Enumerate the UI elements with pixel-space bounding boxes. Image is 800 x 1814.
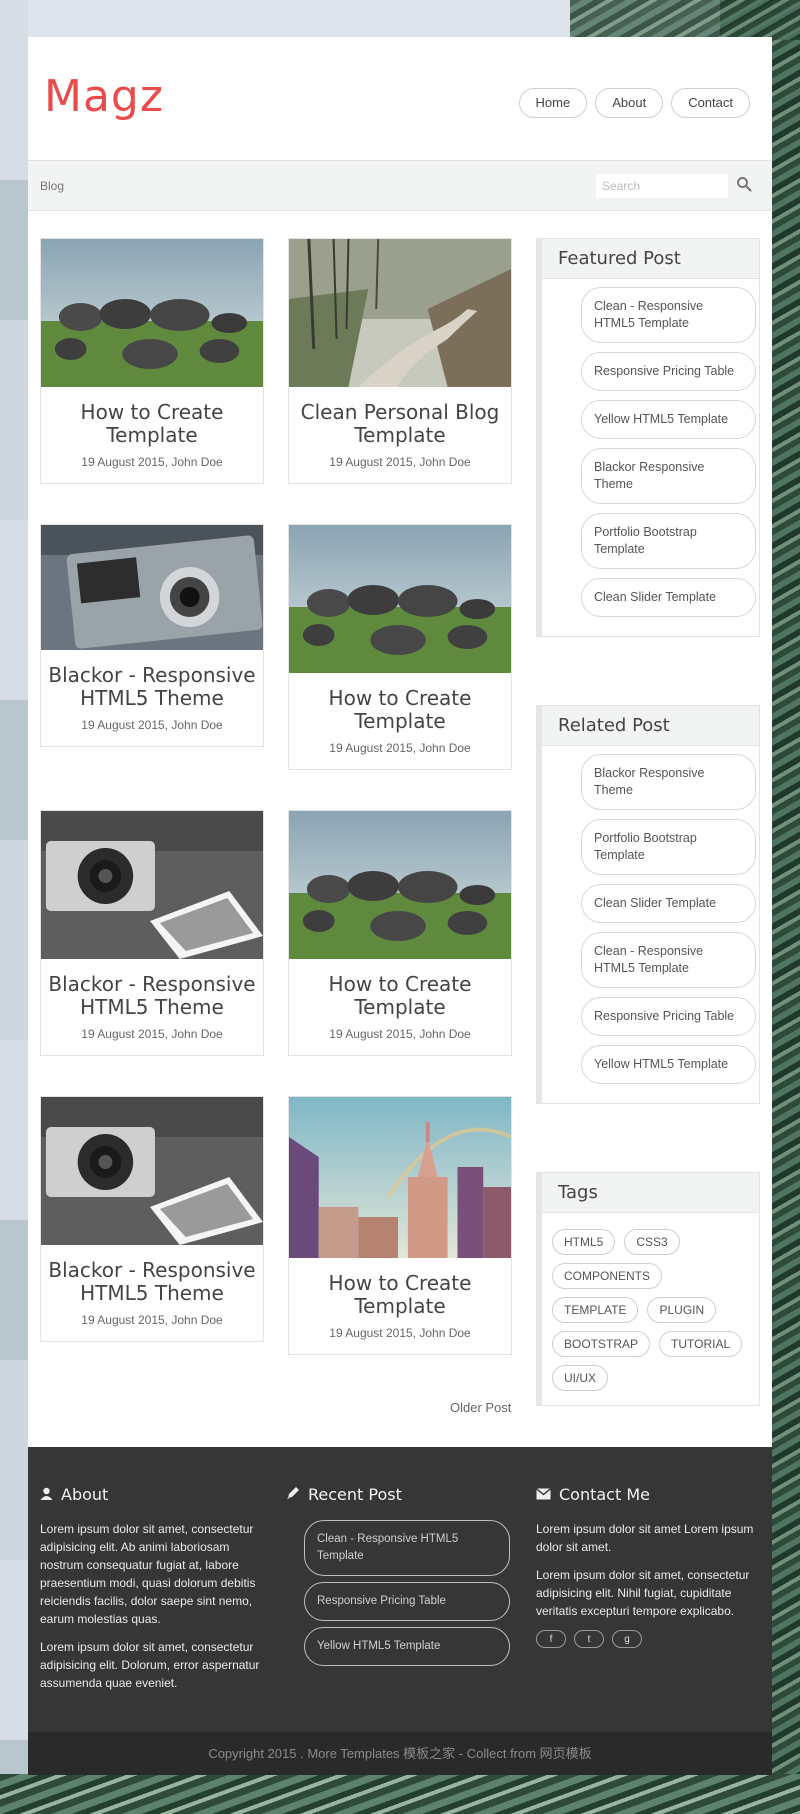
post-meta: 19 August 2015, John Doe <box>81 455 223 469</box>
search-icon[interactable] <box>736 176 754 194</box>
site-header: Magz Home About Contact <box>28 37 772 161</box>
post-card[interactable]: How to Create Template 19 August 2015, J… <box>288 524 512 770</box>
tag[interactable]: COMPONENTS <box>552 1263 663 1289</box>
post-title[interactable]: How to Create Template <box>289 959 511 1019</box>
related-post-item[interactable]: Yellow HTML5 Template <box>581 1045 756 1084</box>
main-nav: Home About Contact <box>518 88 750 118</box>
post-image-camera-photo[interactable] <box>41 1097 263 1245</box>
featured-post-item[interactable]: Clean Slider Template <box>581 578 756 617</box>
post-image-rocks[interactable] <box>289 811 511 959</box>
nav-home[interactable]: Home <box>518 88 588 118</box>
site-footer: About Lorem ipsum dolor sit amet, consec… <box>28 1447 772 1732</box>
post-card[interactable]: How to Create Template 19 August 2015, J… <box>40 238 264 484</box>
post-meta: 19 August 2015, John Doe <box>329 1027 471 1041</box>
background-forest-top <box>570 0 800 40</box>
tag[interactable]: PLUGIN <box>647 1297 717 1323</box>
nav-contact[interactable]: Contact <box>671 88 750 118</box>
post-card[interactable]: Blackor - Responsive HTML5 Theme 19 Augu… <box>40 1096 264 1342</box>
pencil-icon <box>286 1485 300 1504</box>
tag[interactable]: CSS3 <box>624 1229 680 1255</box>
copyright: Copyright 2015 . More Templates 模板之家 - C… <box>28 1732 772 1775</box>
footer-text: Lorem ipsum dolor sit amet, consectetur … <box>536 1568 750 1618</box>
footer-about: About Lorem ipsum dolor sit amet, consec… <box>40 1485 264 1702</box>
post-image-rocks[interactable] <box>289 525 511 673</box>
post-title[interactable]: Blackor - Responsive HTML5 Theme <box>41 1245 263 1305</box>
post-title[interactable]: Blackor - Responsive HTML5 Theme <box>41 959 263 1019</box>
google-plus-icon[interactable]: g <box>612 1630 642 1648</box>
featured-post-widget: Featured Post Clean - Responsive HTML5 T… <box>536 238 760 637</box>
post-meta: 19 August 2015, John Doe <box>329 741 471 755</box>
post-meta: 19 August 2015, John Doe <box>81 1313 223 1327</box>
featured-post-item[interactable]: Clean - Responsive HTML5 Template <box>581 287 756 343</box>
post-meta: 19 August 2015, John Doe <box>329 455 471 469</box>
post-image-city[interactable] <box>289 1097 511 1258</box>
background-forest-bottom <box>0 1774 800 1814</box>
post-image-polaroid-camera[interactable] <box>41 525 263 650</box>
post-card[interactable]: How to Create Template 19 August 2015, J… <box>288 810 512 1056</box>
footer-text: Lorem ipsum dolor sit amet, consectetur … <box>40 1640 260 1690</box>
recent-post-item[interactable]: Clean - Responsive HTML5 Template <box>304 1520 510 1576</box>
post-title[interactable]: How to Create Template <box>289 673 511 733</box>
post-card[interactable]: How to Create Template 19 August 2015, J… <box>288 1096 512 1355</box>
related-post-item[interactable]: Clean Slider Template <box>581 884 756 923</box>
facebook-icon[interactable]: f <box>536 1630 566 1648</box>
footer-text: Lorem ipsum dolor sit amet, consectetur … <box>40 1522 256 1626</box>
older-post-link[interactable]: Older Post <box>450 1400 511 1415</box>
breadcrumb[interactable]: Blog <box>40 179 64 193</box>
widget-title: Tags <box>542 1173 759 1213</box>
post-card[interactable]: Clean Personal Blog Template 19 August 2… <box>288 238 512 484</box>
post-image-forest-road[interactable] <box>289 239 511 387</box>
search-input[interactable] <box>596 174 728 198</box>
tag[interactable]: HTML5 <box>552 1229 616 1255</box>
tag[interactable]: BOOTSTRAP <box>552 1331 651 1357</box>
site-logo[interactable]: Magz <box>44 71 164 122</box>
post-meta: 19 August 2015, John Doe <box>81 718 223 732</box>
tag[interactable]: TEMPLATE <box>552 1297 639 1323</box>
tag[interactable]: UI/UX <box>552 1365 609 1391</box>
related-post-item[interactable]: Portfolio Bootstrap Template <box>581 819 756 875</box>
related-post-widget: Related Post Blackor Responsive Theme Po… <box>536 705 760 1104</box>
related-post-item[interactable]: Blackor Responsive Theme <box>581 754 756 810</box>
recent-post-item[interactable]: Yellow HTML5 Template <box>304 1627 510 1666</box>
tags-widget: Tags HTML5 CSS3 COMPONENTS TEMPLATE PLUG… <box>536 1172 760 1406</box>
post-title[interactable]: How to Create Template <box>41 387 263 447</box>
post-meta: 19 August 2015, John Doe <box>81 1027 223 1041</box>
featured-post-item[interactable]: Yellow HTML5 Template <box>581 400 756 439</box>
post-image-camera-photo[interactable] <box>41 811 263 959</box>
footer-heading: About <box>40 1485 264 1504</box>
twitter-icon[interactable]: t <box>574 1630 604 1648</box>
envelope-icon <box>536 1485 551 1504</box>
featured-post-item[interactable]: Responsive Pricing Table <box>581 352 756 391</box>
post-title[interactable]: Clean Personal Blog Template <box>289 387 511 447</box>
social-links: f t g <box>536 1630 760 1648</box>
tag[interactable]: TUTORIAL <box>659 1331 743 1357</box>
featured-post-item[interactable]: Blackor Responsive Theme <box>581 448 756 504</box>
user-icon <box>40 1485 53 1504</box>
background-mist <box>0 0 28 1814</box>
breadcrumb-bar: Blog <box>28 161 772 211</box>
tag-cloud: HTML5 CSS3 COMPONENTS TEMPLATE PLUGIN BO… <box>542 1213 759 1405</box>
widget-title: Related Post <box>542 706 759 746</box>
featured-post-item[interactable]: Portfolio Bootstrap Template <box>581 513 756 569</box>
post-meta: 19 August 2015, John Doe <box>329 1326 471 1340</box>
post-card[interactable]: Blackor - Responsive HTML5 Theme 19 Augu… <box>40 524 264 747</box>
widget-title: Featured Post <box>542 239 759 279</box>
footer-text: Lorem ipsum dolor sit amet Lorem ipsum d… <box>536 1522 754 1554</box>
footer-recent: Recent Post Clean - Responsive HTML5 Tem… <box>286 1485 510 1672</box>
post-card[interactable]: Blackor - Responsive HTML5 Theme 19 Augu… <box>40 810 264 1056</box>
related-post-item[interactable]: Responsive Pricing Table <box>581 997 756 1036</box>
footer-heading: Recent Post <box>286 1485 510 1504</box>
page-container: Magz Home About Contact Blog Search How … <box>28 37 772 1775</box>
related-post-item[interactable]: Clean - Responsive HTML5 Template <box>581 932 756 988</box>
post-title[interactable]: Blackor - Responsive HTML5 Theme <box>41 650 263 710</box>
nav-about[interactable]: About <box>595 88 664 118</box>
post-image-rocks[interactable] <box>41 239 263 387</box>
footer-heading: Contact Me <box>536 1485 760 1504</box>
footer-contact: Contact Me Lorem ipsum dolor sit amet Lo… <box>536 1485 760 1648</box>
post-title[interactable]: How to Create Template <box>289 1258 511 1318</box>
recent-post-item[interactable]: Responsive Pricing Table <box>304 1582 510 1621</box>
